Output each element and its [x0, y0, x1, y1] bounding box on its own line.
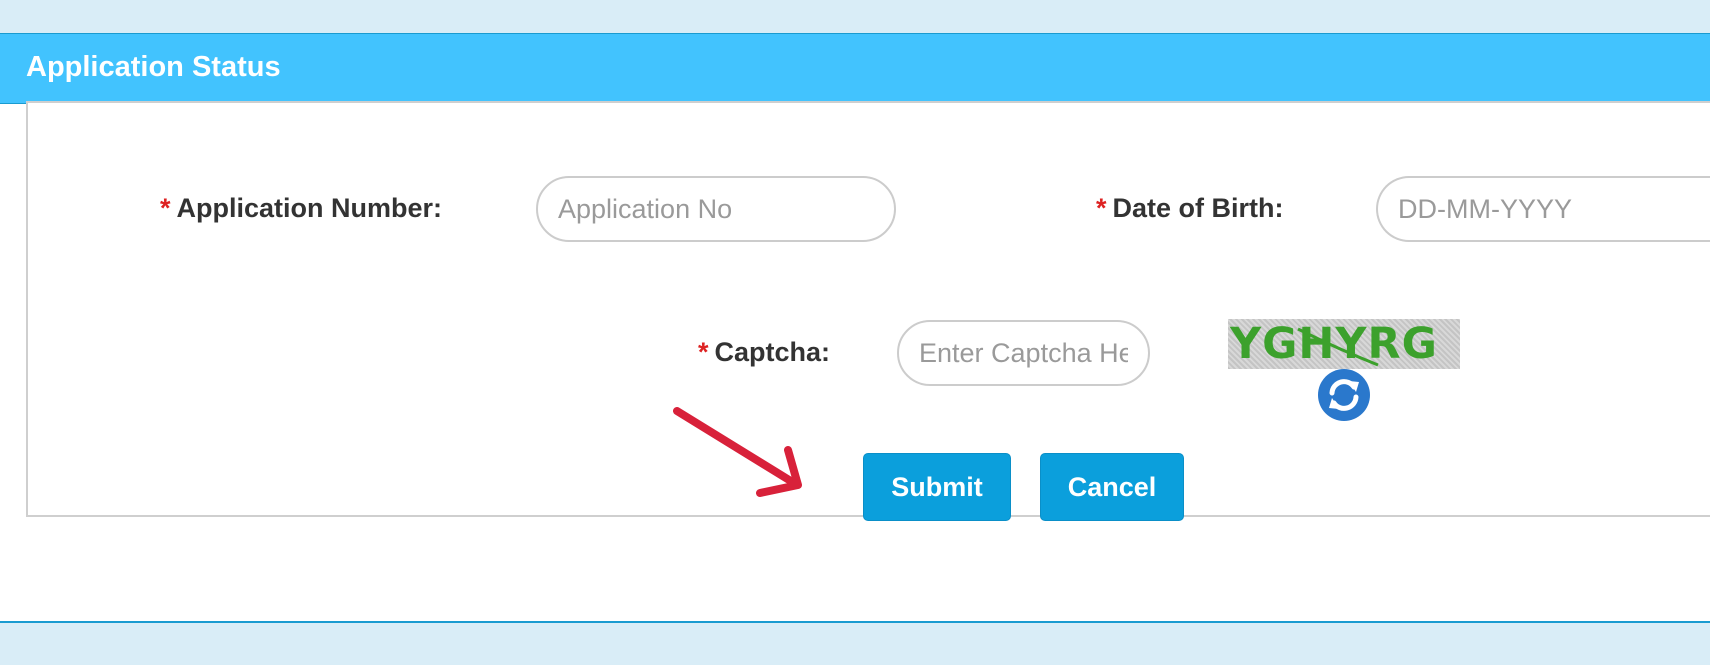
submit-button[interactable]: Submit — [863, 453, 1011, 521]
captcha-label-text: Captcha: — [714, 337, 831, 367]
captcha-noise-line — [1297, 327, 1379, 367]
arrow-icon — [673, 407, 802, 497]
application-number-input[interactable] — [536, 176, 896, 242]
cancel-button[interactable]: Cancel — [1040, 453, 1184, 521]
page-title: Application Status — [26, 51, 281, 83]
application-number-label-text: Application Number: — [176, 193, 443, 223]
date-of-birth-input[interactable] — [1376, 176, 1710, 242]
required-marker: * — [1096, 193, 1107, 223]
captcha-input[interactable] — [897, 320, 1150, 386]
date-of-birth-label: * Date of Birth: — [1096, 193, 1284, 224]
date-of-birth-label-text: Date of Birth: — [1112, 193, 1284, 223]
captcha-image: YGHYRG — [1228, 319, 1460, 369]
required-marker: * — [160, 193, 171, 223]
application-number-label: * Application Number: — [160, 193, 442, 224]
captcha-label: * Captcha: — [698, 337, 830, 368]
panel-heading: Application Status — [0, 34, 1710, 104]
refresh-captcha-button[interactable] — [1318, 369, 1370, 421]
refresh-icon — [1329, 379, 1359, 411]
required-marker: * — [698, 337, 709, 367]
